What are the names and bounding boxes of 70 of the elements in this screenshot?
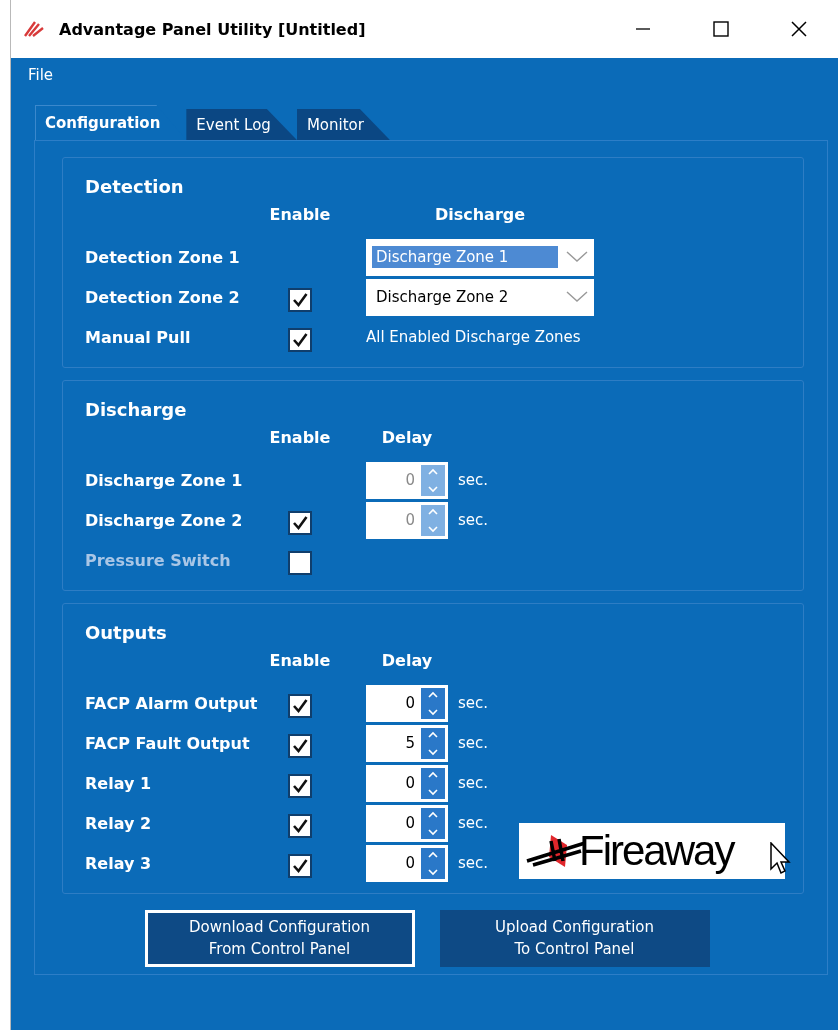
spin-arrows-icon[interactable] [421,767,445,799]
app-icon [23,20,45,38]
row-label: Discharge Zone 2 [85,510,244,530]
row-label: Detection Zone 1 [85,247,241,267]
checkbox[interactable] [288,694,312,718]
row-label: Pressure Switch [85,550,232,570]
checkmark-icon [291,817,309,835]
row-label: FACP Alarm Output [85,693,259,713]
spin-arrows-icon[interactable] [421,687,445,719]
checkbox[interactable] [288,774,312,798]
row-label: Discharge Zone 1 [85,470,244,490]
checkmark-icon [291,697,309,715]
minimize-icon [634,28,652,30]
column-header: Delay [381,651,433,672]
cursor-icon [770,842,792,876]
delay-spinner[interactable]: 0 [366,684,448,722]
delay-spinner[interactable]: 0 [366,804,448,842]
action-button[interactable]: Upload Configuration To Control Panel [439,910,710,967]
checkmark-icon [291,737,309,755]
checkmark-icon [291,857,309,875]
checkmark-icon [291,514,309,532]
column-header: Discharge [434,205,526,226]
window-title: Advantage Panel Utility [Untitled] [59,19,366,39]
delay-spinner[interactable]: 5 [366,724,448,762]
menu-item[interactable]: File [19,64,60,86]
maximize-icon [712,20,730,38]
row-label: Relay 2 [85,813,153,833]
unit-label: sec. [458,471,489,489]
chevron-icon [566,251,588,263]
checkbox[interactable] [288,854,312,878]
checkbox[interactable] [288,734,312,758]
chevron-icon [566,291,588,303]
row-label: FACP Fault Output [85,733,251,753]
checkbox[interactable] [288,328,312,352]
row-label: Relay 1 [85,773,153,793]
tab[interactable]: Event Log [186,109,297,140]
close-icon [790,20,808,38]
fireaway-logo: Fireaway [519,823,785,879]
delay-spinner[interactable]: 0 [366,764,448,802]
dropdown[interactable]: Discharge Zone 1 [366,238,594,276]
unit-label: sec. [458,814,489,832]
column-header: Enable [269,651,331,672]
delay-spinner[interactable]: 0 [366,844,448,882]
checkbox[interactable] [288,511,312,535]
checkmark-icon [291,291,309,309]
unit-label: sec. [458,854,489,872]
spin-arrows-icon[interactable] [421,727,445,759]
tab[interactable]: Monitor [296,109,390,140]
row-label: Detection Zone 2 [85,287,241,307]
unit-label: sec. [458,511,489,529]
column-header: Enable [269,205,331,226]
checkbox[interactable] [288,288,312,312]
discharge-note: All Enabled Discharge Zones [366,328,582,346]
checkbox[interactable] [288,814,312,838]
column-header: Delay [381,428,433,449]
row-label: Manual Pull [85,327,192,347]
row-label: Relay 3 [85,853,153,873]
group-title: Discharge [85,399,187,420]
action-button[interactable]: Download Configuration From Control Panel [144,910,415,967]
spin-arrows-icon[interactable] [421,847,445,879]
checkmark-icon [291,331,309,349]
checkmark-icon [291,777,309,795]
unit-label: sec. [458,774,489,792]
column-header: Enable [269,428,331,449]
dropdown[interactable]: Discharge Zone 2 [366,278,594,316]
spin-arrows-icon[interactable] [421,807,445,839]
unit-label: sec. [458,694,489,712]
group-title: Outputs [85,622,167,643]
unit-label: sec. [458,734,489,752]
group-title: Detection [85,176,184,197]
